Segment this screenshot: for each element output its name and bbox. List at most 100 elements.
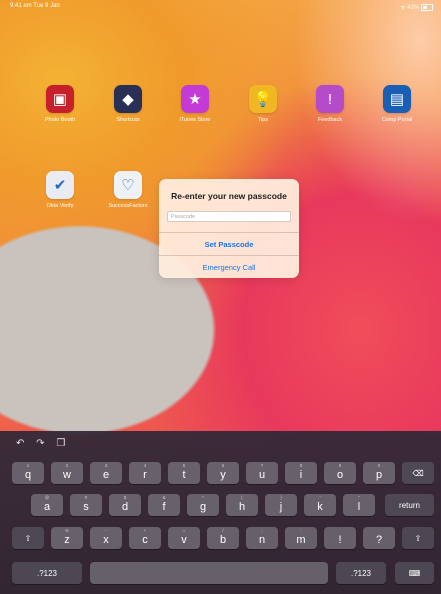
key-hint: 2: [65, 463, 69, 468]
key-w[interactable]: 2w: [51, 462, 83, 484]
shortcuts-icon: ◆: [114, 85, 142, 113]
key-label: m: [296, 534, 306, 546]
app-label: Photo Booth: [44, 117, 76, 123]
key-t[interactable]: 5t: [168, 462, 200, 484]
tips-icon: 💡: [249, 85, 277, 113]
delete-key[interactable]: ⌫: [402, 462, 434, 484]
key-y[interactable]: 6y: [207, 462, 239, 484]
app-label: SuccessFactors: [108, 203, 148, 209]
key-![interactable]: !: [324, 527, 356, 549]
key-hint: 6: [221, 463, 225, 468]
app-itunes-store[interactable]: ★ iTunes Store: [170, 85, 220, 123]
key-c[interactable]: + c: [129, 527, 161, 549]
itunes-store-icon: ★: [181, 85, 209, 113]
key-hint: +: [143, 528, 147, 533]
app-label: Tips: [257, 117, 269, 123]
return-key[interactable]: return: [385, 494, 434, 516]
key-label: g: [199, 501, 207, 513]
key-hint: 8: [299, 463, 303, 468]
app-shortcuts[interactable]: ◆ Shortcuts: [103, 85, 153, 123]
key-hint: 1: [26, 463, 30, 468]
shift-key-right[interactable]: ⇧: [402, 527, 434, 549]
app-successfactors[interactable]: ♡ SuccessFactors: [103, 171, 153, 209]
battery-percent: 42%: [407, 5, 420, 11]
numbers-key-right[interactable]: .?123: [336, 562, 386, 584]
app-label: Comp Portal: [381, 117, 413, 123]
home-screen: 9:41 am Tue 9 Jan ᯤ 42% ▣ Photo Booth ◆ Sho…: [0, 0, 441, 594]
key-label: q: [24, 469, 32, 481]
key-label: n: [258, 534, 266, 546]
key-u[interactable]: 7u: [246, 462, 278, 484]
key-hint: *: [202, 495, 204, 500]
key-k[interactable]: ' k: [304, 494, 336, 516]
okta-verify-icon: ✔: [46, 171, 74, 199]
passcode-field[interactable]: Passcode: [167, 211, 291, 222]
space-bar[interactable]: [90, 562, 328, 584]
key-hint: 9: [338, 463, 342, 468]
key-label: w: [63, 469, 71, 481]
key-hint: $: [123, 495, 127, 500]
app-tips[interactable]: 💡 Tips: [238, 85, 288, 123]
app-label: iTunes Store: [179, 117, 211, 123]
key-o[interactable]: 9o: [324, 462, 356, 484]
key-hint: 3: [104, 463, 108, 468]
key-q[interactable]: 1q: [12, 462, 44, 484]
key-hint: #: [84, 495, 88, 500]
key-g[interactable]: * g: [187, 494, 219, 516]
photo-booth-icon: ▣: [46, 85, 74, 113]
status-bar: 9:41 am Tue 9 Jan ᯤ 42%: [10, 3, 433, 15]
shift-key-left[interactable]: ⇧: [12, 527, 44, 549]
key-label: s: [83, 501, 89, 513]
key-b[interactable]: / b: [207, 527, 239, 549]
key-label: u: [258, 469, 266, 481]
key-hint: ;: [261, 528, 263, 533]
key-i[interactable]: 8i: [285, 462, 317, 484]
key-hint: ): [280, 495, 282, 500]
key-hint: =: [182, 528, 186, 533]
key-hint: 4: [143, 463, 147, 468]
key-label: e: [102, 469, 110, 481]
key-label: f: [162, 501, 166, 513]
hide-keyboard-key[interactable]: ⌨: [395, 562, 434, 584]
redo-icon[interactable]: ↷: [36, 438, 44, 449]
key-n[interactable]: ; n: [246, 527, 278, 549]
key-r[interactable]: 4r: [129, 462, 161, 484]
key-label: v: [181, 534, 187, 546]
key-label: r: [143, 469, 147, 481]
key-d[interactable]: $ d: [109, 494, 141, 516]
key-hint: (: [241, 495, 243, 500]
key-hint: @: [44, 495, 50, 500]
key-label: h: [238, 501, 246, 513]
app-comp-portal[interactable]: ▤ Comp Portal: [372, 85, 422, 123]
key-s[interactable]: # s: [70, 494, 102, 516]
key-label: z: [64, 534, 70, 546]
key-z[interactable]: % z: [51, 527, 83, 549]
key-v[interactable]: = v: [168, 527, 200, 549]
key-label: ⌫: [412, 468, 424, 478]
undo-icon[interactable]: ↶: [16, 438, 24, 449]
app-photo-booth[interactable]: ▣ Photo Booth: [35, 85, 85, 123]
numbers-key-left[interactable]: .?123: [12, 562, 82, 584]
paste-icon[interactable]: ❐: [56, 438, 65, 449]
key-e[interactable]: 3e: [90, 462, 122, 484]
key-l[interactable]: " l: [343, 494, 375, 516]
key-m[interactable]: :m: [285, 527, 317, 549]
key-f[interactable]: & f: [148, 494, 180, 516]
key-?[interactable]: ?: [363, 527, 395, 549]
app-feedback[interactable]: ! Feedback: [305, 85, 355, 123]
key-hint: 7: [260, 463, 264, 468]
key-a[interactable]: @ a: [31, 494, 63, 516]
key-x[interactable]: -x: [90, 527, 122, 549]
key-label: i: [299, 469, 303, 481]
key-label: p: [375, 469, 383, 481]
emergency-call-button[interactable]: Emergency Call: [159, 255, 299, 278]
status-right: ᯤ 42%: [400, 3, 433, 11]
key-p[interactable]: 0p: [363, 462, 395, 484]
key-j[interactable]: ) j: [265, 494, 297, 516]
key-h[interactable]: (h: [226, 494, 258, 516]
app-label: Feedback: [317, 117, 343, 123]
set-passcode-button[interactable]: Set Passcode: [159, 232, 299, 256]
key-hint: /: [222, 528, 224, 533]
app-okta-verify[interactable]: ✔ Okta Verify: [35, 171, 85, 209]
key-hint: 0: [377, 463, 381, 468]
